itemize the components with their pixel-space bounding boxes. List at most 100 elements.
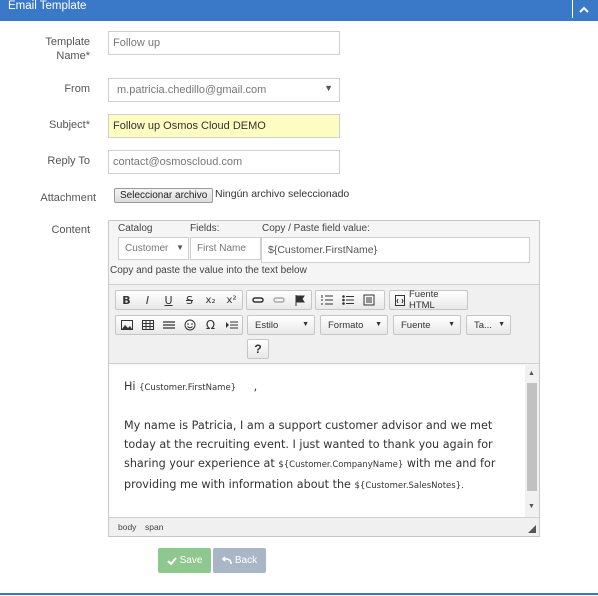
window-header: Email Template	[0, 0, 598, 21]
numbered-list-icon	[320, 295, 333, 305]
link-group	[246, 290, 312, 310]
underline-button[interactable]: U	[158, 291, 179, 309]
template-name-label: Template Name*	[45, 36, 90, 62]
editor-content: Hi {Customer.FirstName} , My name is Pat…	[124, 377, 514, 496]
superscript-button[interactable]: x²	[221, 291, 242, 309]
back-button[interactable]: Back	[213, 548, 266, 573]
save-label: Save	[179, 555, 203, 566]
source-icon	[395, 294, 405, 306]
catalog-label: Catalog	[118, 223, 153, 234]
file-status: Ningún archivo seleccionado	[215, 188, 350, 200]
fields-select[interactable]: First Name	[190, 237, 261, 260]
body-end: .	[461, 481, 464, 491]
numbered-list-button[interactable]	[316, 291, 337, 309]
blocks-button[interactable]	[358, 291, 379, 309]
source-label: Fuente HTML	[408, 289, 439, 311]
copy-paste-field[interactable]: ${Customer.FirstName}	[261, 237, 530, 263]
greeting-text: Hi	[124, 380, 136, 393]
window-title: Email Template	[8, 0, 87, 12]
save-button[interactable]: Save	[158, 548, 211, 573]
source-button[interactable]: Fuente HTML	[389, 289, 468, 311]
subject-label: Subject*	[49, 119, 90, 131]
resize-handle-icon[interactable]	[528, 525, 536, 533]
copy-hint: Copy and paste the value into the text b…	[110, 265, 307, 276]
template-name-input[interactable]: Follow up	[108, 31, 340, 55]
collapse-button[interactable]	[572, 0, 594, 18]
help-button[interactable]: ?	[247, 339, 269, 359]
chevron-down-icon: ▼	[448, 321, 455, 328]
bullet-list-icon	[341, 295, 354, 305]
format-label: Formato	[328, 319, 364, 331]
from-label: From	[64, 83, 90, 95]
chevron-down-icon: ▼	[302, 321, 309, 328]
path-span[interactable]: span	[145, 522, 163, 532]
font-label: Fuente	[401, 319, 431, 331]
style-combo[interactable]: Estilo ▼	[247, 315, 315, 335]
scrollbar-thumb[interactable]	[527, 383, 537, 491]
image-button[interactable]	[116, 316, 137, 334]
table-button[interactable]	[137, 316, 158, 334]
subscript-button[interactable]: x₂	[200, 291, 221, 309]
back-label: Back	[234, 555, 258, 566]
flag-icon	[295, 294, 305, 306]
show-blocks-icon	[363, 294, 374, 306]
format-combo[interactable]: Formato ▼	[320, 315, 388, 335]
link-icon	[251, 297, 264, 303]
size-label: Ta...	[474, 319, 492, 331]
text-style-group: B I U S x₂ x²	[115, 290, 243, 310]
italic-button[interactable]: I	[137, 291, 158, 309]
attachment-label: Attachment	[40, 192, 96, 204]
greeting-variable: {Customer.FirstName}	[139, 383, 237, 393]
chevron-down-icon: ▼	[324, 83, 333, 93]
chevron-down-icon: ▼	[498, 321, 505, 328]
size-combo[interactable]: Ta... ▼	[466, 315, 511, 335]
page-break-icon	[225, 321, 238, 329]
choose-file-button[interactable]: Seleccionar archivo	[114, 188, 214, 203]
bottom-divider	[0, 593, 598, 595]
path-body[interactable]: body	[118, 522, 136, 532]
font-combo[interactable]: Fuente ▼	[393, 315, 461, 335]
table-icon	[141, 320, 154, 330]
bold-button[interactable]: B	[116, 291, 137, 309]
catalog-value: Customer	[125, 243, 169, 254]
content-label: Content	[51, 224, 90, 236]
catalog-select[interactable]: Customer ▼	[118, 237, 189, 260]
undo-icon	[221, 556, 232, 565]
chevron-down-icon: ▼	[176, 243, 184, 252]
scroll-down-icon[interactable]: ▼	[528, 503, 535, 510]
chevron-up-icon	[578, 6, 589, 13]
rich-text-editor[interactable]: Hi {Customer.FirstName} , My name is Pat…	[109, 365, 539, 517]
editor-scrollbar[interactable]: ▲ ▼	[525, 365, 539, 517]
strike-button[interactable]: S	[179, 291, 200, 309]
insert-group: Ω	[115, 315, 243, 335]
unlink-icon	[272, 297, 285, 303]
company-variable: ${Customer.CompanyName}	[278, 460, 404, 470]
anchor-button[interactable]	[289, 291, 310, 309]
from-value: m.patricia.chedillo@gmail.com	[117, 84, 267, 96]
greeting-comma: ,	[253, 380, 258, 393]
link-button[interactable]	[247, 291, 268, 309]
fields-value: First Name	[197, 243, 246, 254]
special-char-button[interactable]: Ω	[200, 316, 221, 334]
page-break-button[interactable]	[221, 316, 242, 334]
chevron-down-icon: ▼	[375, 321, 382, 328]
reply-to-input[interactable]: contact@osmoscloud.com	[108, 150, 340, 174]
hr-button[interactable]	[158, 316, 179, 334]
smiley-icon	[184, 319, 195, 331]
horizontal-rule-icon	[162, 321, 175, 329]
smiley-button[interactable]	[179, 316, 200, 334]
from-select[interactable]: m.patricia.chedillo@gmail.com ▼	[108, 78, 340, 102]
scroll-up-icon[interactable]: ▲	[528, 370, 535, 377]
copy-paste-label: Copy / Paste field value:	[262, 223, 370, 234]
image-icon	[120, 320, 133, 330]
check-icon	[166, 556, 177, 565]
bullet-list-button[interactable]	[337, 291, 358, 309]
reply-to-label: Reply To	[47, 155, 90, 167]
unlink-button[interactable]	[268, 291, 289, 309]
subject-input[interactable]: Follow up Osmos Cloud DEMO	[108, 114, 340, 138]
sales-notes-variable: ${Customer.SalesNotes}	[354, 481, 462, 491]
style-label: Estilo	[255, 319, 279, 331]
fields-label: Fields:	[190, 223, 220, 234]
element-path-bar: body span	[109, 517, 539, 536]
list-group	[315, 290, 385, 310]
